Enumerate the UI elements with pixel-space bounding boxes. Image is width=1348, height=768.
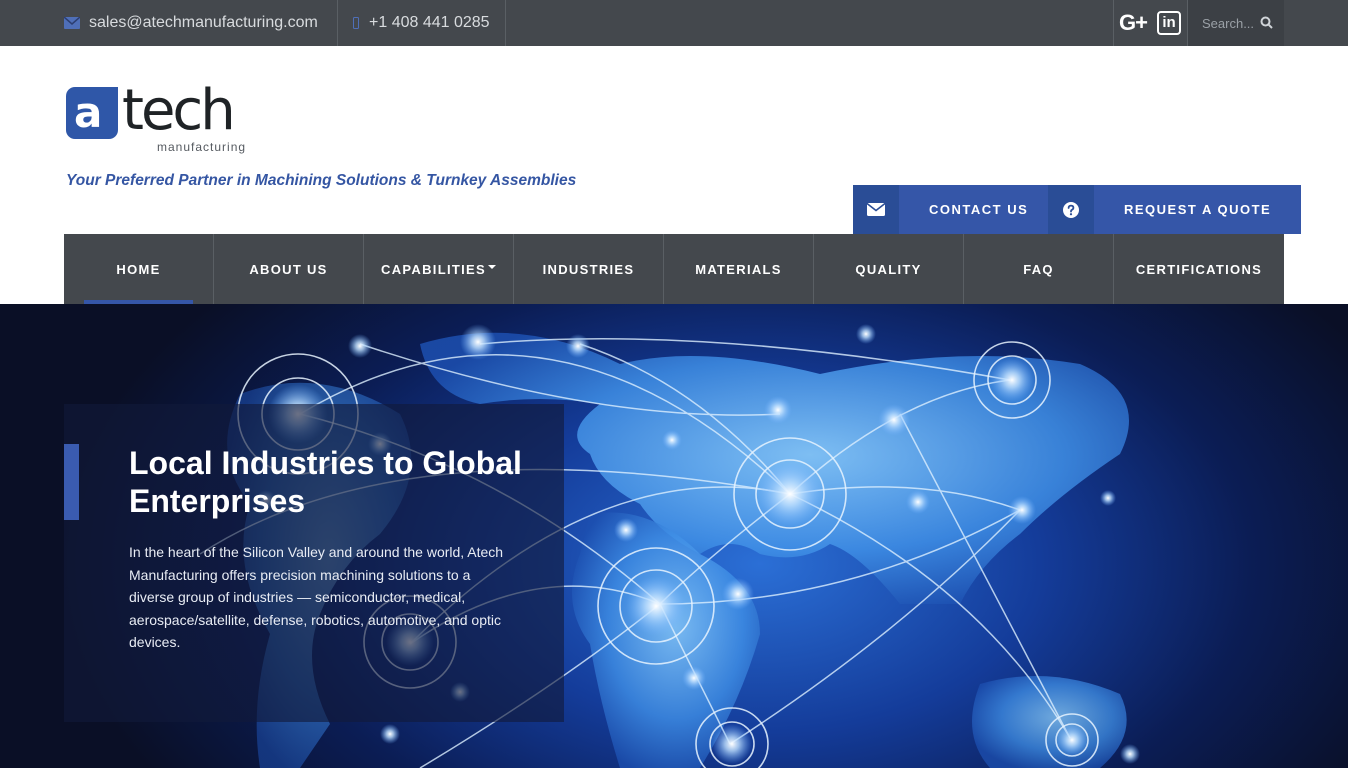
nav-faq[interactable]: FAQ: [964, 234, 1114, 304]
nav-label: FAQ: [1023, 261, 1054, 277]
hero-title: Local Industries to Global Enterprises: [129, 445, 522, 519]
email-link[interactable]: sales@atechmanufacturing.com: [64, 0, 318, 46]
email-text: sales@atechmanufacturing.com: [89, 14, 318, 31]
nav-certifications[interactable]: CERTIFICATIONS: [1114, 234, 1284, 304]
linkedin-label: in: [1157, 11, 1181, 35]
nav-label: HOME: [116, 261, 161, 277]
request-quote-button[interactable]: REQUEST A QUOTE: [1048, 185, 1302, 234]
search-input[interactable]: [1202, 11, 1262, 35]
nav-materials[interactable]: MATERIALS: [664, 234, 814, 304]
nav-quality[interactable]: QUALITY: [814, 234, 964, 304]
tagline: Your Preferred Partner in Machining Solu…: [66, 172, 577, 189]
mobile-phone-icon: [352, 15, 360, 31]
google-plus-icon[interactable]: G+: [1114, 0, 1152, 46]
accent-bar: [64, 444, 79, 520]
nav-industries[interactable]: INDUSTRIES: [514, 234, 664, 304]
nav-label: MATERIALS: [695, 261, 782, 277]
contact-us-label: CONTACT US: [899, 185, 1059, 234]
atech-logo[interactable]: a tech manufacturing: [66, 79, 256, 157]
nav-label: CAPABILITIES: [381, 261, 486, 277]
envelope-icon: [853, 185, 899, 234]
request-quote-label: REQUEST A QUOTE: [1094, 185, 1302, 234]
nav-label: QUALITY: [855, 261, 922, 277]
nav-label: CERTIFICATIONS: [1135, 261, 1263, 277]
phone-link[interactable]: +1 408 441 0285: [352, 0, 490, 46]
nav-label: INDUSTRIES: [542, 261, 635, 277]
google-plus-label: G+: [1119, 10, 1148, 35]
linkedin-icon[interactable]: in: [1156, 0, 1182, 46]
logo-wordmark: tech: [122, 78, 236, 143]
nav-label: ABOUT US: [249, 261, 328, 277]
logo-subtitle: manufacturing: [157, 140, 247, 154]
top-bar: sales@atechmanufacturing.com +1 408 441 …: [0, 0, 1348, 46]
nav-capabilities[interactable]: CAPABILITIES: [364, 234, 514, 304]
nav-about-us[interactable]: ABOUT US: [214, 234, 364, 304]
main-nav: HOME ABOUT US CAPABILITIES INDUSTRIES MA…: [64, 234, 1284, 304]
contact-us-button[interactable]: CONTACT US: [853, 185, 1059, 234]
phone-text: +1 408 441 0285: [369, 14, 490, 31]
logo-mark: a: [66, 87, 118, 139]
nav-home[interactable]: HOME: [64, 234, 214, 304]
question-circle-icon: [1048, 185, 1094, 234]
search-box: [1188, 0, 1284, 46]
caret-down-icon: [487, 265, 496, 269]
divider: [337, 0, 338, 46]
hero-banner: Local Industries to Global Enterprises I…: [0, 304, 1348, 768]
divider: [505, 0, 506, 46]
envelope-icon: [64, 15, 80, 31]
logo-mark-letter: a: [74, 88, 103, 137]
hero-description: In the heart of the Silicon Valley and a…: [129, 544, 504, 650]
hero-text-panel: Local Industries to Global Enterprises I…: [64, 404, 564, 722]
search-icon[interactable]: [1260, 16, 1274, 30]
